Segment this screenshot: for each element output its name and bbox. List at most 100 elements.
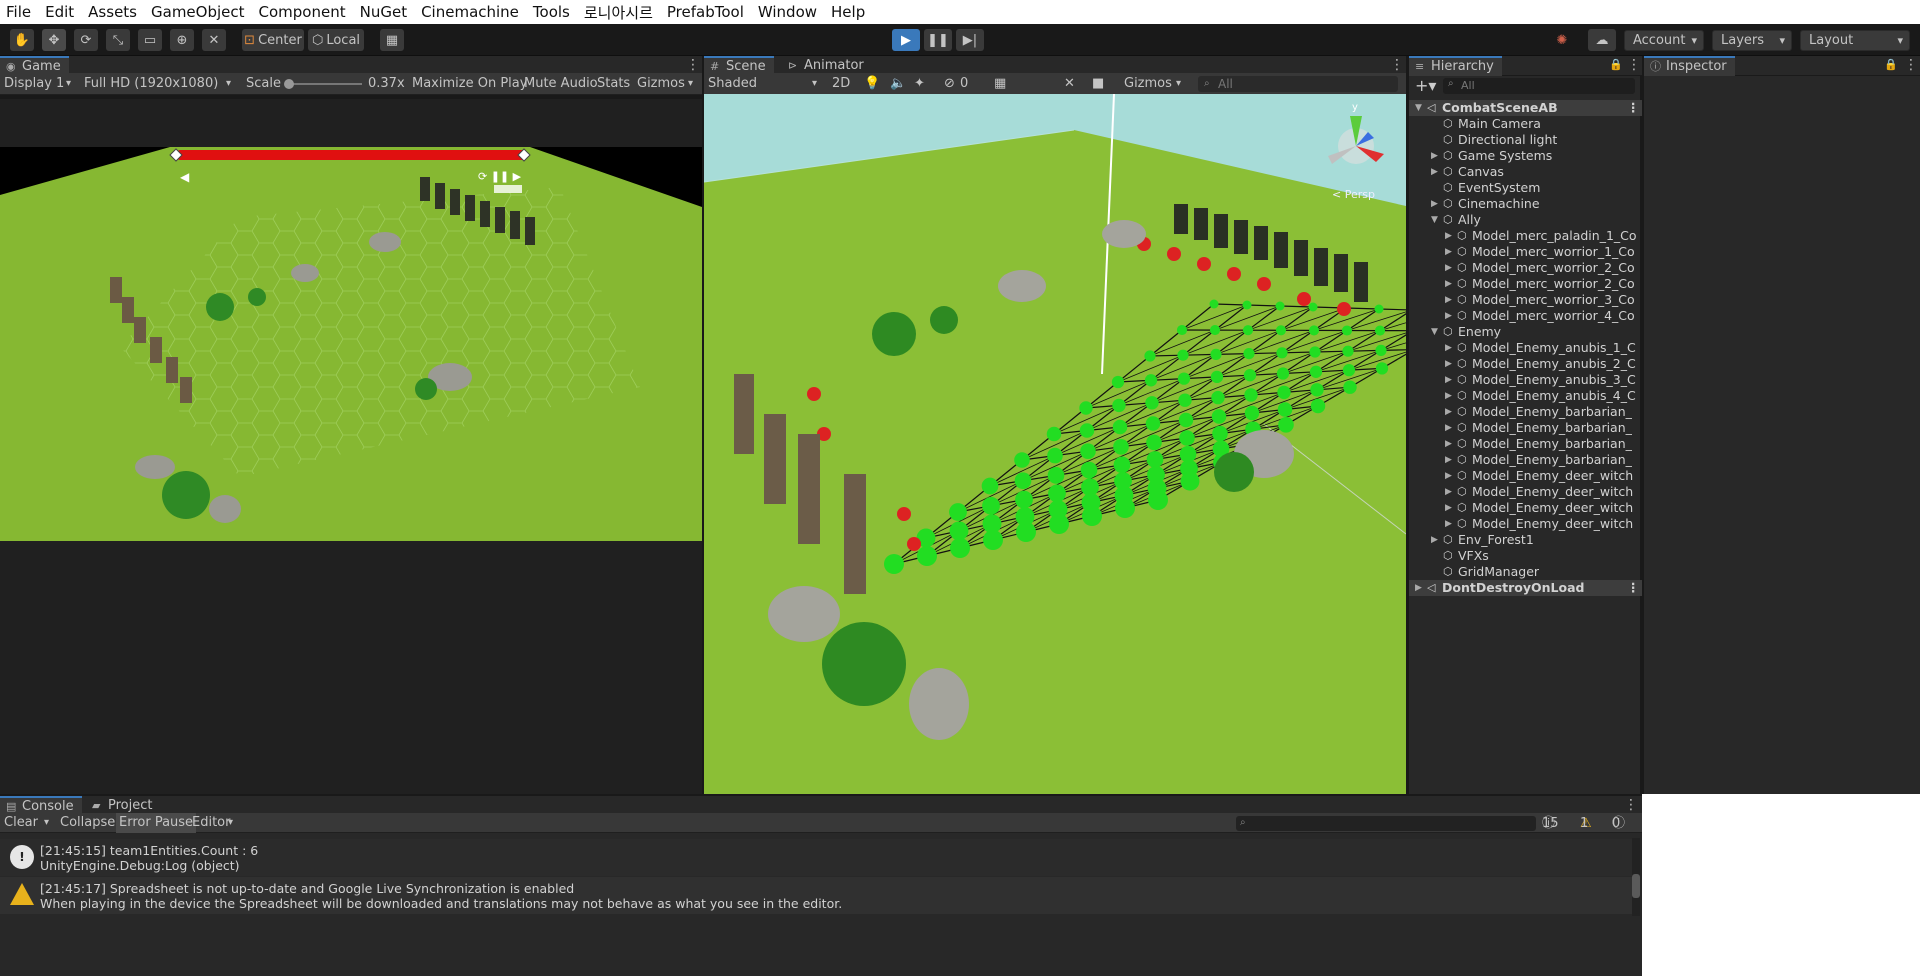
collapse-arrow-icon[interactable]: ▶ — [1445, 244, 1452, 260]
expand-arrow-icon[interactable]: ▼ — [1431, 324, 1438, 340]
play-button[interactable]: ▶ — [892, 29, 920, 51]
add-object-icon[interactable]: +▾ — [1415, 76, 1436, 95]
hierarchy-item-8[interactable]: ▶ ⬡ Model_merc_worrior_1_Co — [1409, 244, 1642, 260]
hierarchy-item-13[interactable]: ▼ ⬡ Enemy — [1409, 324, 1642, 340]
collapse-arrow-icon[interactable]: ▶ — [1445, 484, 1452, 500]
2d-toggle[interactable]: 2D — [832, 73, 850, 95]
menu-item-4[interactable]: Component — [259, 3, 346, 21]
hierarchy-item-2[interactable]: ▶ ⬡ Game Systems — [1409, 148, 1642, 164]
audio-toggle-icon[interactable]: 🔈 — [890, 73, 906, 95]
menu-item-3[interactable]: GameObject — [151, 3, 245, 21]
hierarchy-item-24[interactable]: ▶ ⬡ Model_Enemy_deer_witch — [1409, 500, 1642, 516]
collapse-arrow-icon[interactable]: ▶ — [1431, 532, 1438, 548]
expand-arrow-icon[interactable]: ▼ — [1415, 100, 1422, 116]
scene-gizmos-dropdown[interactable]: Gizmos — [1124, 73, 1172, 95]
hand-tool-icon[interactable]: ✋ — [10, 29, 34, 51]
pivot-local-button[interactable]: ⬡ Local — [308, 29, 364, 51]
maximize-on-play-toggle[interactable]: Maximize On Play — [412, 73, 527, 95]
clear-chevron-icon[interactable]: ▾ — [44, 813, 49, 833]
hierarchy-item-4[interactable]: ⬡ EventSystem — [1409, 180, 1642, 196]
hierarchy-item-11[interactable]: ▶ ⬡ Model_merc_worrior_3_Co — [1409, 292, 1642, 308]
cloud-button[interactable]: ☁ — [1588, 29, 1616, 51]
resolution-dropdown[interactable]: Full HD (1920x1080) — [84, 73, 218, 95]
collapse-arrow-icon[interactable]: ▶ — [1445, 356, 1452, 372]
collapse-toggle[interactable]: Collapse — [60, 813, 115, 833]
collapse-arrow-icon[interactable]: ▶ — [1445, 500, 1452, 516]
row-menu-icon[interactable]: ⋮ — [1627, 100, 1640, 116]
hierarchy-search-input[interactable]: ⌕ All — [1443, 78, 1635, 94]
menu-item-5[interactable]: NuGet — [360, 3, 407, 21]
collapse-arrow-icon[interactable]: ▶ — [1445, 372, 1452, 388]
inspector-menu-icon[interactable]: ⋮ — [1904, 57, 1918, 73]
collapse-arrow-icon[interactable]: ▶ — [1445, 452, 1452, 468]
scene-orientation-gizmo[interactable]: y < Persp — [1328, 102, 1384, 201]
hierarchy-item-22[interactable]: ▶ ⬡ Model_Enemy_deer_witch — [1409, 468, 1642, 484]
collapse-arrow-icon[interactable]: ▶ — [1445, 276, 1452, 292]
console-search-input[interactable] — [1236, 816, 1536, 831]
persp-label[interactable]: < Persp — [1332, 188, 1375, 201]
hidden-objects-icon[interactable]: ⊘ — [944, 73, 955, 95]
hierarchy-item-9[interactable]: ▶ ⬡ Model_merc_worrior_2_Co — [1409, 260, 1642, 276]
menu-item-9[interactable]: PrefabTool — [667, 3, 744, 21]
hierarchy-item-17[interactable]: ▶ ⬡ Model_Enemy_anubis_4_C — [1409, 388, 1642, 404]
hierarchy-item-21[interactable]: ▶ ⬡ Model_Enemy_barbarian_ — [1409, 452, 1642, 468]
collapse-arrow-icon[interactable]: ▶ — [1445, 292, 1452, 308]
scene-view[interactable]: y < Persp — [704, 94, 1406, 794]
hierarchy-item-1[interactable]: ⬡ Directional light — [1409, 132, 1642, 148]
hierarchy-item-15[interactable]: ▶ ⬡ Model_Enemy_anubis_2_C — [1409, 356, 1642, 372]
collapse-arrow-icon[interactable]: ▶ — [1445, 388, 1452, 404]
collapse-arrow-icon[interactable]: ▶ — [1445, 436, 1452, 452]
hierarchy-dontdestroy-root[interactable]: ▶ ◁ DontDestroyOnLoad ⋮ — [1409, 580, 1642, 596]
collapse-arrow-icon[interactable]: ▶ — [1445, 468, 1452, 484]
menu-item-0[interactable]: File — [6, 3, 31, 21]
console-message-warning[interactable]: [21:45:17] Spreadsheet is not up-to-date… — [0, 877, 1636, 914]
scene-menu-icon[interactable]: ⋮ — [1390, 57, 1404, 73]
hierarchy-item-5[interactable]: ▶ ⬡ Cinemachine — [1409, 196, 1642, 212]
game-gizmos-dropdown[interactable]: Gizmos — [637, 73, 685, 95]
error-pause-toggle[interactable]: Error Pause — [116, 813, 197, 833]
hierarchy-item-10[interactable]: ▶ ⬡ Model_merc_worrior_2_Co — [1409, 276, 1642, 292]
hierarchy-scene-root[interactable]: ▼ ◁ CombatSceneAB ⋮ — [1409, 100, 1642, 116]
hierarchy-item-14[interactable]: ▶ ⬡ Model_Enemy_anubis_1_C — [1409, 340, 1642, 356]
hierarchy-menu-icon[interactable]: ⋮ — [1627, 57, 1641, 73]
grid-snap-icon[interactable]: ▦ — [380, 29, 404, 51]
inspector-lock-icon[interactable]: 🔒 — [1884, 58, 1898, 71]
editor-dropdown[interactable]: Editor — [192, 813, 230, 833]
scale-slider-track[interactable] — [286, 83, 362, 85]
hierarchy-item-6[interactable]: ▼ ⬡ Ally — [1409, 212, 1642, 228]
display-dropdown[interactable]: Display 1 — [4, 73, 64, 95]
hierarchy-item-3[interactable]: ▶ ⬡ Canvas — [1409, 164, 1642, 180]
lock-icon[interactable]: 🔒 — [1609, 58, 1623, 71]
rotate-tool-icon[interactable]: ⟳ — [74, 29, 98, 51]
game-render-viewport[interactable]: ◀ ⟳ ❚❚ ▶ — [0, 147, 702, 541]
hierarchy-item-12[interactable]: ▶ ⬡ Model_merc_worrior_4_Co — [1409, 308, 1642, 324]
step-button[interactable]: ▶| — [956, 29, 984, 51]
transform-tool-icon[interactable]: ⊕ — [170, 29, 194, 51]
hierarchy-item-25[interactable]: ▶ ⬡ Model_Enemy_deer_witch — [1409, 516, 1642, 532]
lighting-toggle-icon[interactable]: 💡 — [864, 73, 880, 95]
console-scrollbar[interactable] — [1632, 838, 1640, 916]
game-menu-icon[interactable]: ⋮ — [686, 57, 700, 73]
stats-toggle[interactable]: Stats — [597, 73, 630, 95]
collapse-arrow-icon[interactable]: ▶ — [1445, 308, 1452, 324]
hierarchy-item-18[interactable]: ▶ ⬡ Model_Enemy_barbarian_ — [1409, 404, 1642, 420]
collapse-arrow-icon[interactable]: ▶ — [1445, 404, 1452, 420]
mute-audio-toggle[interactable]: Mute Audio — [524, 73, 598, 95]
effects-toggle-icon[interactable]: ✦ — [914, 73, 925, 95]
collapse-arrow-icon[interactable]: ▶ — [1445, 340, 1452, 356]
pivot-center-button[interactable]: ⊡ Center — [242, 29, 304, 51]
console-menu-icon[interactable]: ⋮ — [1624, 797, 1638, 813]
collapse-arrow-icon[interactable]: ▶ — [1415, 580, 1422, 596]
collapse-arrow-icon[interactable]: ▶ — [1445, 420, 1452, 436]
camera-icon[interactable]: ■ — [1092, 73, 1104, 95]
hierarchy-item-28[interactable]: ⬡ GridManager — [1409, 564, 1642, 580]
menu-item-11[interactable]: Help — [831, 3, 865, 21]
collapse-arrow-icon[interactable]: ▶ — [1445, 260, 1452, 276]
hierarchy-item-27[interactable]: ⬡ VFXs — [1409, 548, 1642, 564]
layers-dropdown[interactable]: Layers — [1712, 30, 1792, 51]
rect-tool-icon[interactable]: ▭ — [138, 29, 162, 51]
shading-mode-dropdown[interactable]: Shaded — [708, 73, 757, 95]
clear-button[interactable]: Clear — [4, 813, 38, 833]
hierarchy-item-26[interactable]: ▶ ⬡ Env_Forest1 — [1409, 532, 1642, 548]
scale-slider-handle[interactable] — [284, 79, 294, 89]
